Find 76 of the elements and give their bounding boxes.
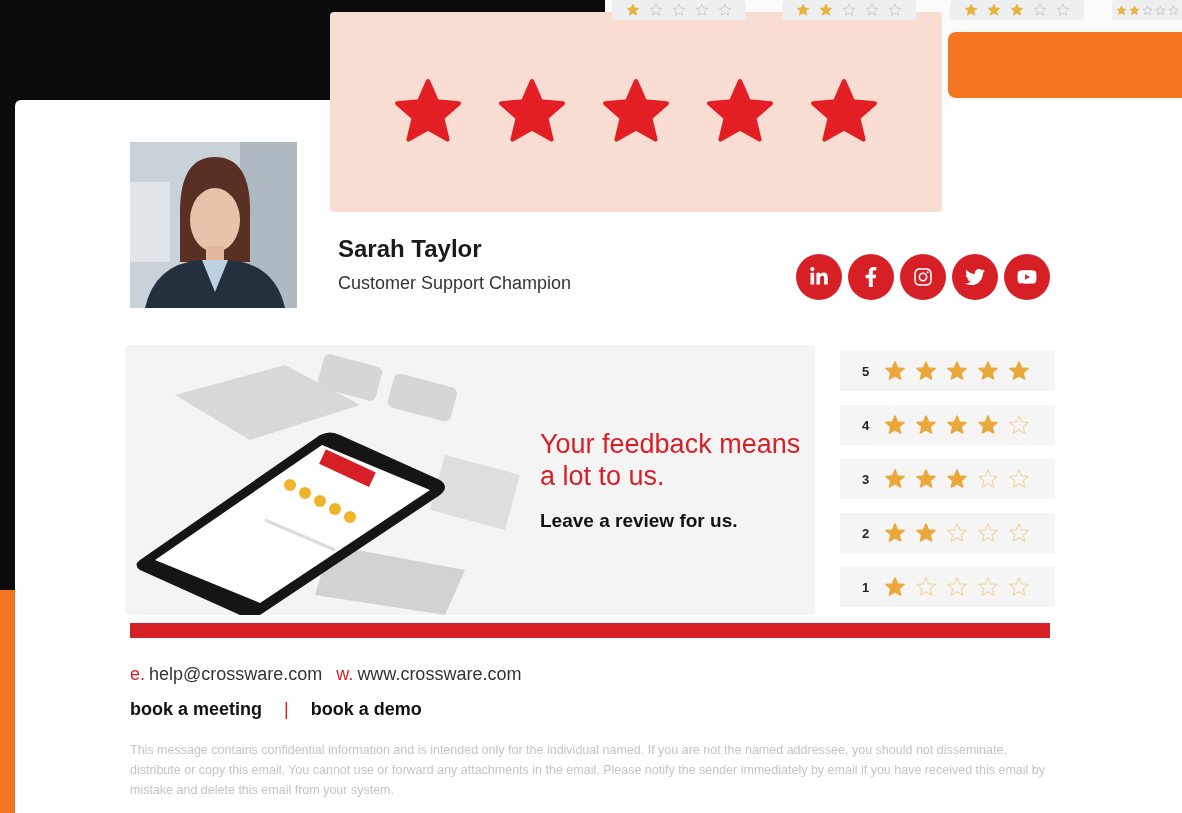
empty-star-icon (1155, 4, 1166, 16)
rating-option[interactable]: 3 (840, 459, 1055, 499)
rating-number: 2 (862, 525, 871, 541)
separator: | (284, 699, 289, 720)
empty-star-icon (695, 3, 709, 17)
empty-star-icon (1008, 414, 1030, 436)
empty-star-icon (672, 3, 686, 17)
filled-star-icon (915, 414, 937, 436)
empty-star-icon (915, 576, 937, 598)
booking-link[interactable]: book a demo (310, 699, 422, 720)
twitter-button[interactable] (952, 254, 998, 300)
job-title: Customer Support Champion (338, 273, 572, 294)
empty-star-icon (1168, 4, 1179, 16)
filled-star-icon (796, 3, 810, 17)
filled-star-icon (977, 360, 999, 382)
empty-star-icon (888, 3, 902, 17)
empty-star-icon (1008, 576, 1030, 598)
empty-star-icon (718, 3, 732, 17)
instagram-button[interactable] (900, 254, 946, 300)
rating-option[interactable]: 4 (840, 405, 1055, 445)
filled-star-icon (987, 3, 1001, 17)
empty-star-icon (977, 468, 999, 490)
rating-option[interactable]: 2 (840, 513, 1055, 553)
instagram-icon (913, 267, 933, 287)
filled-star-icon (1010, 3, 1024, 17)
empty-star-icon (977, 522, 999, 544)
empty-star-icon (1008, 522, 1030, 544)
filled-star-icon (819, 3, 833, 17)
rating-number: 1 (862, 579, 871, 595)
filled-star-icon (884, 522, 906, 544)
filled-star-icon (884, 414, 906, 436)
filled-star-icon (626, 3, 640, 17)
person-name: Sarah Taylor (338, 235, 483, 263)
rating-number: 4 (862, 417, 871, 433)
twitter-icon (965, 267, 985, 287)
filled-star-icon (977, 414, 999, 436)
filled-star-icon (1008, 360, 1030, 382)
rating-option[interactable]: 1 (840, 567, 1055, 607)
filled-star-icon (946, 360, 968, 382)
rating-number: 5 (862, 363, 871, 379)
empty-star-icon (1142, 4, 1153, 16)
filled-star-icon (884, 468, 906, 490)
youtube-icon (1017, 267, 1037, 287)
headline: Your feedback means a lot to us. (540, 428, 802, 492)
empty-star-icon (977, 576, 999, 598)
filled-star-icon (964, 3, 978, 17)
contact-label: e. (130, 664, 145, 685)
youtube-button[interactable] (1004, 254, 1050, 300)
filled-star-icon (1116, 4, 1127, 16)
empty-star-icon (865, 3, 879, 17)
empty-star-icon (1033, 3, 1047, 17)
email-link[interactable]: help@crossware.com (149, 664, 323, 685)
empty-star-icon (946, 522, 968, 544)
rating-option[interactable]: 5 (840, 351, 1055, 391)
filled-star-icon (915, 468, 937, 490)
linkedin-icon (809, 267, 829, 287)
facebook-button[interactable] (848, 254, 894, 300)
filled-star-icon (915, 522, 937, 544)
filled-star-icon (946, 468, 968, 490)
booking-link[interactable]: book a meeting (130, 699, 263, 720)
website-link[interactable]: www.crossware.com (357, 664, 522, 685)
empty-star-icon (842, 3, 856, 17)
filled-star-icon (884, 576, 906, 598)
empty-star-icon (649, 3, 663, 17)
empty-star-icon (946, 576, 968, 598)
filled-star-icon (1129, 4, 1140, 16)
disclaimer-text: This message contains confidential information and is intended only for the individual named. If you are not the named addressee, you should not disseminate, distribute or copy this email. You cannot use or forward any attachments in the email. Please notify the sender immediately by email if you have received this email by mistake and delete this email from your system. (130, 742, 1047, 799)
empty-star-icon (1056, 3, 1070, 17)
filled-star-icon (884, 360, 906, 382)
subheading: Leave a review for us. (540, 510, 739, 532)
filled-star-icon (946, 414, 968, 436)
linkedin-button[interactable] (796, 254, 842, 300)
rating-number: 3 (862, 471, 871, 487)
contact-label: w. (336, 664, 354, 685)
empty-star-icon (1008, 468, 1030, 490)
filled-star-icon (915, 360, 937, 382)
